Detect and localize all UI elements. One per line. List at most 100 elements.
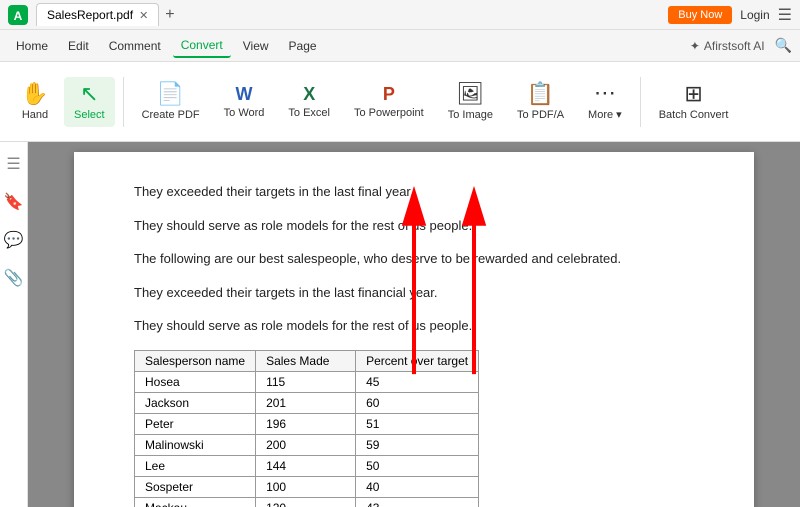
table-cell-6-2: 43 — [356, 497, 479, 507]
to-excel-label: To Excel — [288, 107, 330, 119]
panel-icon-bookmark[interactable]: 🔖 — [0, 188, 27, 216]
to-powerpoint-label: To Powerpoint — [354, 107, 424, 119]
hand-tool-button[interactable]: ✋ Hand — [10, 77, 60, 127]
more-button[interactable]: ⋯ More ▾ — [578, 76, 632, 127]
table-cell-3-1: 200 — [256, 434, 356, 455]
titlebar-actions: Buy Now Login ☰ — [668, 5, 792, 25]
search-icon[interactable]: 🔍 — [775, 37, 792, 54]
to-image-button[interactable]: 🖼 To Image — [438, 77, 503, 127]
main-content[interactable]: They exceeded their targets in the last … — [28, 142, 800, 507]
table-cell-4-0: Lee — [135, 455, 256, 476]
left-panel: ☰ 🔖 💬 📎 — [0, 142, 28, 507]
to-powerpoint-icon: P — [383, 85, 395, 103]
table-cell-6-0: Mackau — [135, 497, 256, 507]
menubar: Home Edit Comment Convert View Page ✦ Af… — [0, 30, 800, 62]
table-row: Hosea11545 — [135, 371, 479, 392]
batch-convert-button[interactable]: ⊞ Batch Convert — [649, 77, 739, 127]
col-header-name: Salesperson name — [135, 350, 256, 371]
table-cell-1-2: 60 — [356, 392, 479, 413]
tab-label: SalesReport.pdf — [47, 8, 133, 22]
table-cell-0-2: 45 — [356, 371, 479, 392]
create-pdf-label: Create PDF — [142, 109, 200, 121]
hand-icon: ✋ — [21, 83, 48, 105]
table-cell-1-1: 201 — [256, 392, 356, 413]
document-page: They exceeded their targets in the last … — [74, 152, 754, 507]
app-layout: ☰ 🔖 💬 📎 They e — [0, 142, 800, 507]
menu-convert[interactable]: Convert — [173, 34, 231, 58]
document-tab[interactable]: SalesReport.pdf ✕ — [36, 3, 159, 26]
table-cell-0-0: Hosea — [135, 371, 256, 392]
table-cell-3-0: Malinowski — [135, 434, 256, 455]
panel-icon-comment[interactable]: 💬 — [0, 226, 27, 254]
paragraph-4: They exceeded their targets in the last … — [134, 283, 694, 303]
select-label: Select — [74, 109, 105, 121]
table-cell-2-0: Peter — [135, 413, 256, 434]
table-cell-5-1: 100 — [256, 476, 356, 497]
paragraph-2: They should serve as role models for the… — [134, 216, 694, 236]
batch-convert-icon: ⊞ — [684, 83, 702, 105]
menu-icon[interactable]: ☰ — [778, 5, 792, 25]
toolbar-separator-2 — [640, 77, 641, 127]
to-pdfa-icon: 📋 — [527, 83, 554, 105]
to-pdfa-button[interactable]: 📋 To PDF/A — [507, 77, 574, 127]
table-cell-2-1: 196 — [256, 413, 356, 434]
tab-close-icon[interactable]: ✕ — [139, 9, 148, 22]
table-body: Hosea11545Jackson20160Peter19651Malinows… — [135, 371, 479, 507]
create-pdf-button[interactable]: 📄 Create PDF — [132, 77, 210, 127]
table-cell-2-2: 51 — [356, 413, 479, 434]
more-icon: ⋯ — [594, 82, 616, 104]
to-excel-icon: X — [303, 85, 315, 103]
paragraph-1: They exceeded their targets in the last … — [134, 182, 694, 202]
create-pdf-icon: 📄 — [157, 83, 184, 105]
menu-edit[interactable]: Edit — [60, 35, 97, 57]
sales-table: Salesperson name Sales Made Percent over… — [134, 350, 479, 507]
ai-icon: ✦ — [690, 39, 700, 53]
table-row: Jackson20160 — [135, 392, 479, 413]
panel-icon-attachment[interactable]: 📎 — [0, 264, 27, 292]
table-cell-4-1: 144 — [256, 455, 356, 476]
table-header-row: Salesperson name Sales Made Percent over… — [135, 350, 479, 371]
menu-page[interactable]: Page — [281, 35, 325, 57]
batch-convert-label: Batch Convert — [659, 109, 729, 121]
panel-icon-menu[interactable]: ☰ — [2, 150, 24, 178]
table-cell-4-2: 50 — [356, 455, 479, 476]
table-cell-3-2: 59 — [356, 434, 479, 455]
table-cell-5-0: Sospeter — [135, 476, 256, 497]
paragraph-5: They should serve as role models for the… — [134, 316, 694, 336]
more-label: More ▾ — [588, 108, 622, 121]
select-tool-button[interactable]: ↖ Select — [64, 77, 115, 127]
to-image-label: To Image — [448, 109, 493, 121]
table-row: Sospeter10040 — [135, 476, 479, 497]
table-cell-0-1: 115 — [256, 371, 356, 392]
menu-view[interactable]: View — [235, 35, 277, 57]
app-logo: A — [8, 5, 28, 25]
to-image-icon: 🖼 — [456, 83, 484, 105]
titlebar: A SalesReport.pdf ✕ + Buy Now Login ☰ — [0, 0, 800, 30]
toolbar-separator-1 — [123, 77, 124, 127]
to-excel-button[interactable]: X To Excel — [278, 79, 340, 125]
table-cell-6-1: 120 — [256, 497, 356, 507]
menu-comment[interactable]: Comment — [101, 35, 169, 57]
paragraph-3: The following are our best salespeople, … — [134, 249, 694, 269]
new-tab-button[interactable]: + — [165, 6, 174, 24]
table-cell-5-2: 40 — [356, 476, 479, 497]
menu-home[interactable]: Home — [8, 35, 56, 57]
to-word-label: To Word — [224, 107, 265, 119]
ai-label: ✦ Afirstsoft AI — [690, 39, 765, 53]
login-button[interactable]: Login — [740, 8, 769, 22]
svg-text:A: A — [14, 9, 23, 23]
to-word-button[interactable]: W To Word — [214, 79, 275, 125]
col-header-percent: Percent over target — [356, 350, 479, 371]
hand-label: Hand — [22, 109, 48, 121]
table-row: Mackau12043 — [135, 497, 479, 507]
table-cell-1-0: Jackson — [135, 392, 256, 413]
buy-now-button[interactable]: Buy Now — [668, 6, 732, 24]
table-row: Peter19651 — [135, 413, 479, 434]
to-pdfa-label: To PDF/A — [517, 109, 564, 121]
to-powerpoint-button[interactable]: P To Powerpoint — [344, 79, 434, 125]
table-row: Malinowski20059 — [135, 434, 479, 455]
toolbar: ✋ Hand ↖ Select 📄 Create PDF W To Word X… — [0, 62, 800, 142]
select-icon: ↖ — [80, 83, 98, 105]
table-row: Lee14450 — [135, 455, 479, 476]
to-word-icon: W — [236, 85, 253, 103]
